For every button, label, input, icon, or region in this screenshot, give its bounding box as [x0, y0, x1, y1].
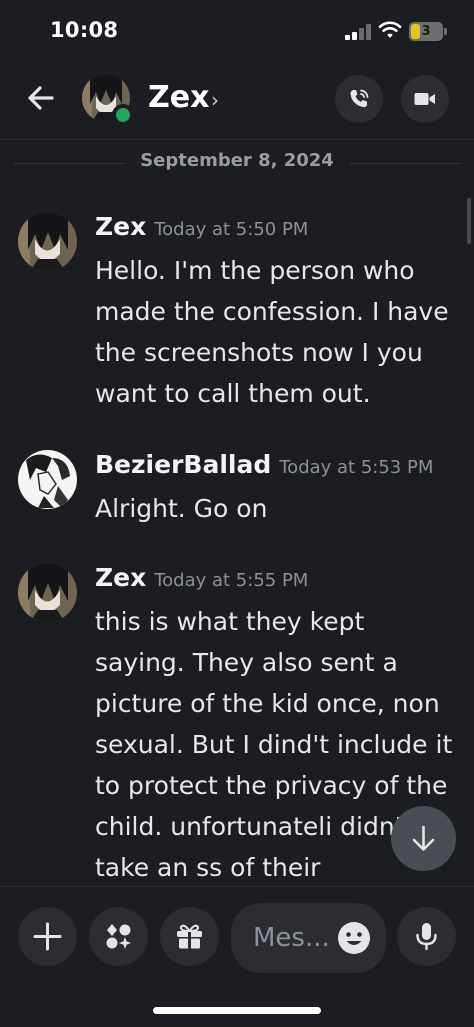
message-text: Hello. I'm the person who made the confe…: [95, 256, 449, 408]
jump-to-bottom-button[interactable]: [391, 806, 456, 871]
battery-nub: [444, 28, 447, 35]
phone-call-icon: [350, 89, 369, 108]
voice-call-button[interactable]: [335, 75, 383, 123]
scrollbar[interactable]: [467, 198, 471, 244]
message-timestamp: Today at 5:50 PM: [154, 219, 309, 240]
contact-name[interactable]: Zex: [148, 80, 209, 115]
composer-bar: Mes...: [0, 886, 474, 1027]
message-header: BezierBallad Today at 5:53 PM: [95, 450, 433, 479]
status-time: 10:08: [50, 18, 119, 42]
message-timestamp: Today at 5:55 PM: [154, 570, 309, 591]
chat-header: Zex ›: [0, 64, 474, 140]
bezierballad-avatar[interactable]: [18, 450, 77, 509]
divider-line: [350, 163, 460, 164]
add-attachment-button[interactable]: [18, 907, 77, 966]
video-call-button[interactable]: [401, 75, 449, 123]
microphone-icon: [416, 923, 437, 951]
battery-icon: 3: [409, 22, 443, 41]
online-status-dot: [112, 104, 134, 126]
chevron-right-icon[interactable]: ›: [211, 88, 219, 112]
battery-level: 3: [421, 24, 431, 39]
zex-avatar[interactable]: [18, 563, 77, 622]
voice-message-button[interactable]: [397, 907, 456, 966]
apps-icon: [106, 924, 131, 949]
signal-icon: [345, 24, 371, 40]
date-label: September 8, 2024: [140, 150, 334, 171]
message-header: Zex Today at 5:55 PM: [95, 563, 308, 592]
zex-avatar[interactable]: [18, 212, 77, 271]
message-author[interactable]: Zex: [95, 563, 146, 592]
message-text: Alright. Go on: [95, 494, 268, 523]
gift-icon: [177, 924, 202, 949]
message-timestamp: Today at 5:53 PM: [279, 457, 434, 478]
gift-button[interactable]: [160, 907, 219, 966]
message-author[interactable]: Zex: [95, 212, 146, 241]
date-divider: September 8, 2024: [14, 150, 460, 178]
back-arrow-icon: [28, 86, 54, 110]
plus-icon: [33, 922, 62, 951]
video-camera-icon: [414, 93, 435, 105]
apps-button[interactable]: [89, 907, 148, 966]
message-input[interactable]: Mes...: [231, 903, 386, 973]
back-button[interactable]: [22, 78, 62, 118]
home-indicator[interactable]: [153, 1007, 321, 1014]
arrow-down-icon: [412, 825, 435, 851]
message-placeholder: Mes...: [253, 923, 330, 953]
message-header: Zex Today at 5:50 PM: [95, 212, 308, 241]
emoji-icon[interactable]: [337, 921, 371, 955]
wifi-icon: [378, 21, 402, 38]
message-author[interactable]: BezierBallad: [95, 450, 271, 479]
status-bar: 10:08 3: [0, 0, 474, 64]
